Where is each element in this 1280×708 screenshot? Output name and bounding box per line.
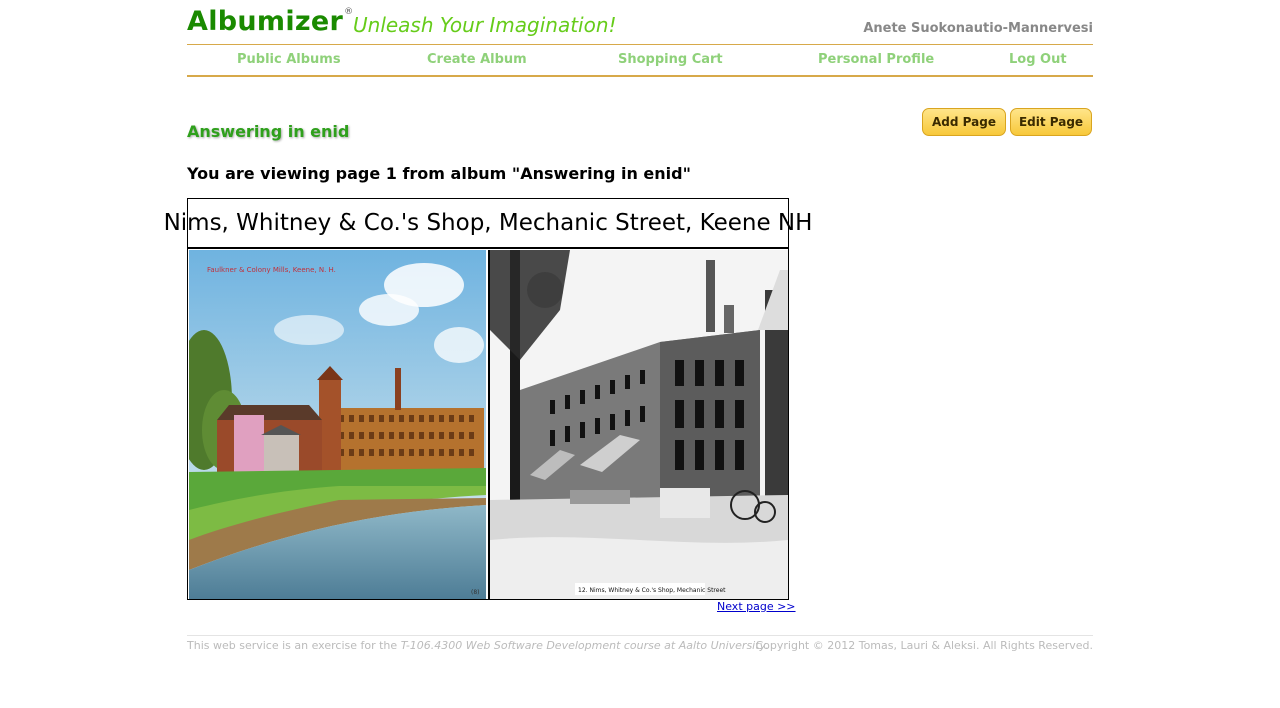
logo-text: Albumizer (187, 6, 344, 37)
nav-public-albums[interactable]: Public Albums (237, 52, 341, 67)
album-page: Nims, Whitney & Co.'s Shop, Mechanic Str… (164, 198, 812, 600)
postcard-corner-number: (8) (471, 589, 480, 596)
postcard-inscription: Faulkner & Colony Mills, Keene, N. H. (207, 266, 336, 274)
viewing-info: You are viewing page 1 from album "Answe… (187, 164, 691, 183)
page-caption: Nims, Whitney & Co.'s Shop, Mechanic Str… (164, 199, 812, 249)
username: Anete Suokonautio-Mannervesi (863, 21, 1093, 36)
logo[interactable]: Albumizer® (187, 6, 353, 37)
edit-page-button[interactable]: Edit Page (1010, 108, 1092, 136)
footer-note: This web service is an exercise for the … (187, 639, 769, 652)
next-page-link[interactable]: Next page >> (717, 600, 796, 613)
nav-log-out[interactable]: Log Out (1009, 52, 1067, 67)
footer-prefix: This web service is an exercise for the (187, 639, 401, 652)
footer: This web service is an exercise for the … (187, 635, 1093, 658)
footer-course: T-106.4300 Web Software Development cour… (400, 639, 679, 652)
footer-copyright: Copyright © 2012 Tomas, Lauri & Aleksi. … (755, 639, 1093, 652)
main-nav: Public Albums Create Album Shopping Cart… (187, 44, 1093, 77)
add-page-button[interactable]: Add Page (922, 108, 1006, 136)
photo-inscription: 12. Nims, Whitney & Co.'s Shop, Mechanic… (578, 587, 726, 594)
nav-create-album[interactable]: Create Album (427, 52, 527, 67)
nav-personal-profile[interactable]: Personal Profile (818, 52, 934, 67)
page-container: Albumizer® Unleash Your Imagination! Ane… (164, 0, 1093, 652)
factory-photo: 12. Nims, Whitney & Co.'s Shop, Mechanic… (488, 250, 788, 599)
album-title: Answering in enid (187, 122, 350, 141)
footer-university[interactable]: Aalto University (679, 639, 766, 652)
tagline: Unleash Your Imagination! (353, 13, 617, 37)
postcard-image: Faulkner & Colony Mills, Keene, N. H. (8… (189, 250, 486, 599)
header: Albumizer® Unleash Your Imagination! Ane… (187, 0, 1093, 44)
nav-shopping-cart[interactable]: Shopping Cart (618, 52, 723, 67)
